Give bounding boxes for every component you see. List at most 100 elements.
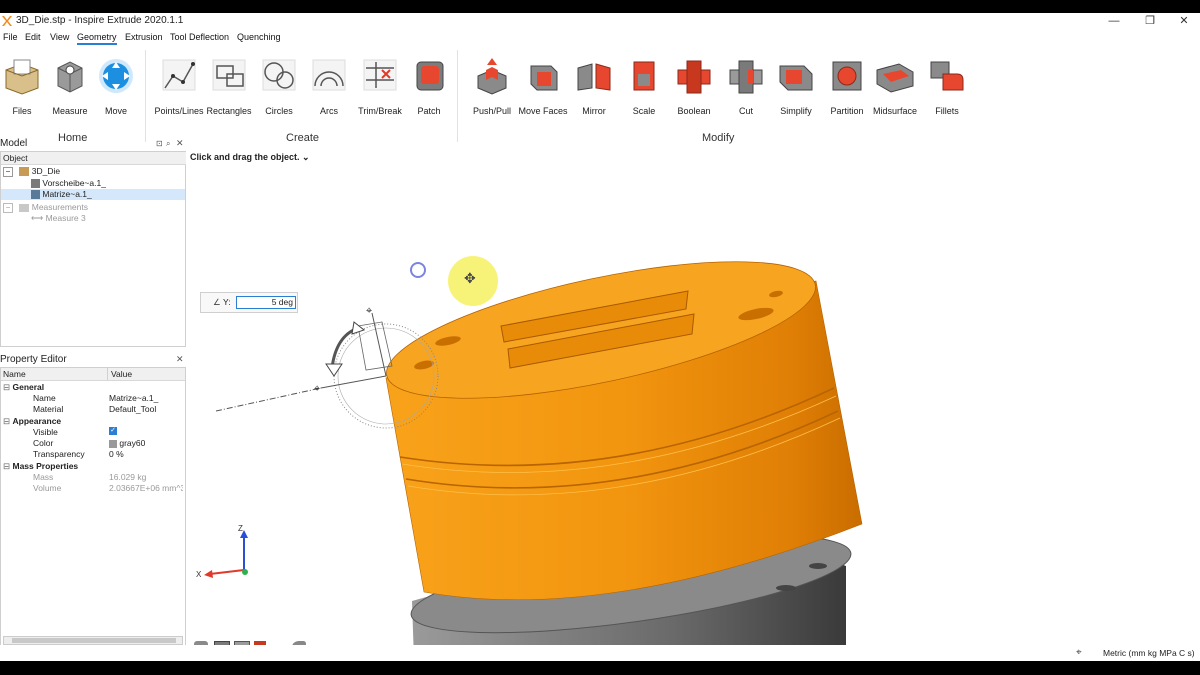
column-divider: [107, 368, 108, 380]
mass-property-value: 16.029 kg: [109, 472, 147, 482]
close-window-button[interactable]: ✕: [1166, 13, 1200, 30]
measure-icon: [57, 61, 83, 93]
patch-label: Patch: [417, 106, 441, 116]
snap-point-icon[interactable]: [410, 262, 426, 278]
app-logo-icon: [2, 16, 12, 26]
rectangles-label: Rectangles: [206, 106, 252, 116]
axis-x-label: X: [196, 570, 202, 579]
measure-line-icon: ⟷: [31, 213, 44, 223]
mass-properties-section[interactable]: ⊟ Mass Properties: [3, 461, 78, 472]
circles-tool[interactable]: Circles: [253, 56, 305, 116]
axis-crosshair-icon[interactable]: ⌖: [366, 305, 372, 318]
color-property-value[interactable]: gray60: [109, 438, 145, 448]
tree-measure-row[interactable]: ⟷ Measure 3: [31, 213, 86, 224]
menu-edit[interactable]: Edit: [25, 32, 41, 42]
material-property-key: Material: [33, 404, 64, 414]
scale-label: Scale: [632, 106, 656, 116]
patch-tool[interactable]: Patch: [403, 56, 455, 116]
patch-icon: [416, 61, 444, 91]
move-label: Move: [104, 106, 127, 116]
restore-button[interactable]: ❐: [1132, 13, 1168, 30]
trim-break-icon: [363, 59, 397, 91]
visible-checkbox[interactable]: ✓: [109, 427, 117, 435]
ribbon-separator: [457, 50, 458, 142]
snap-crosshair-icon[interactable]: ⌖: [1076, 647, 1082, 658]
name-property-value[interactable]: Matrize~a.1_: [109, 393, 158, 403]
model-tree: Object − 3D_Die Vorscheibe~a.1_ Matrize~…: [0, 151, 187, 347]
mirror-icon: [577, 63, 611, 91]
general-section[interactable]: ⊟ General: [3, 382, 44, 393]
close-model-panel-icon[interactable]: ✕: [176, 138, 184, 149]
points-lines-icon: [162, 59, 196, 91]
tree-root-row[interactable]: − 3D_Die: [3, 166, 60, 177]
pivot-crosshair-icon[interactable]: ⌖: [314, 383, 320, 396]
simplify-tool[interactable]: Simplify: [770, 56, 822, 116]
3d-viewport[interactable]: Click and drag the object. ⌄ ⌖ ⌖ ✥ ∠ Y: …: [186, 146, 1200, 661]
menu-file[interactable]: File: [3, 32, 18, 42]
boolean-label: Boolean: [677, 106, 711, 116]
move-cursor-icon: ✥: [464, 270, 476, 286]
angle-input[interactable]: 5 deg: [236, 296, 296, 309]
appearance-section[interactable]: ⊟ Appearance: [3, 416, 61, 427]
files-label: Files: [12, 106, 32, 116]
menu-tool-deflection[interactable]: Tool Deflection: [170, 32, 229, 42]
menu-geometry[interactable]: Geometry: [77, 32, 117, 45]
part-icon: [31, 190, 40, 200]
inspire-extrude-window: 3D_Die.stp - Inspire Extrude 2020.1.1 — …: [0, 13, 1200, 661]
trim-break-label: Trim/Break: [358, 106, 402, 116]
move-tool[interactable]: Move: [90, 56, 142, 116]
collapse-icon[interactable]: −: [3, 203, 13, 213]
property-header: Name Value: [1, 368, 185, 381]
circles-icon: [262, 59, 296, 91]
cut-label: Cut: [738, 106, 753, 116]
partition-label: Partition: [830, 106, 864, 116]
transparency-property-value[interactable]: 0 %: [109, 449, 124, 459]
measure-label: Measure: [52, 106, 88, 116]
units-label[interactable]: Metric (mm kg MPa C s): [1103, 648, 1195, 658]
mirror-tool[interactable]: Mirror: [568, 56, 620, 116]
arcs-tool[interactable]: Arcs: [303, 56, 355, 116]
tree-part-row-selected[interactable]: Matrize~a.1_: [1, 189, 185, 200]
search-icon[interactable]: ⌕: [166, 139, 170, 149]
cut-icon: [729, 60, 763, 94]
close-property-editor-icon[interactable]: ✕: [176, 354, 184, 365]
name-property-key: Name: [33, 393, 56, 403]
collapse-icon[interactable]: −: [3, 167, 13, 177]
fillets-icon: [930, 61, 964, 91]
files-icon: [5, 59, 39, 95]
points-lines-label: Points/Lines: [154, 106, 204, 116]
menu-view[interactable]: View: [50, 32, 69, 42]
midsurface-tool[interactable]: Midsurface: [869, 56, 921, 116]
tree-measurements-label: Measurements: [31, 202, 88, 212]
object-column-header: Object: [1, 152, 187, 165]
midsurface-icon: [876, 63, 914, 93]
rectangles-tool[interactable]: Rectangles: [203, 56, 255, 116]
move-faces-tool[interactable]: Move Faces: [517, 56, 569, 116]
boolean-tool[interactable]: Boolean: [668, 56, 720, 116]
volume-property-key: Volume: [33, 483, 62, 493]
menu-quenching[interactable]: Quenching: [237, 32, 281, 42]
pin-icon[interactable]: ⊡: [156, 139, 163, 148]
files-tool[interactable]: Files: [0, 56, 48, 116]
points-lines-tool[interactable]: Points/Lines: [153, 56, 205, 116]
scale-tool[interactable]: Scale: [618, 56, 670, 116]
menu-extrusion[interactable]: Extrusion: [125, 32, 163, 42]
horizontal-scrollbar[interactable]: [3, 636, 183, 645]
material-property-value[interactable]: Default_Tool: [109, 404, 156, 414]
cut-tool[interactable]: Cut: [720, 56, 772, 116]
push-pull-icon: [477, 58, 507, 95]
angle-icon: ∠: [213, 297, 221, 307]
fillets-tool[interactable]: Fillets: [921, 56, 973, 116]
tree-measurements-row[interactable]: − Measurements: [3, 202, 88, 213]
visible-property-key: Visible: [33, 427, 58, 437]
measure-tool[interactable]: Measure: [44, 56, 96, 116]
partition-tool[interactable]: Partition: [821, 56, 873, 116]
arcs-icon: [312, 59, 346, 91]
trim-break-tool[interactable]: Trim/Break: [354, 56, 406, 116]
minimize-button[interactable]: —: [1096, 13, 1132, 30]
tree-root-label: 3D_Die: [31, 166, 61, 176]
mass-property-key: Mass: [33, 472, 54, 482]
push-pull-tool[interactable]: Push/Pull: [466, 56, 518, 116]
value-column-header: Value: [111, 369, 133, 379]
tree-part-row[interactable]: Vorscheibe~a.1_: [31, 178, 106, 189]
